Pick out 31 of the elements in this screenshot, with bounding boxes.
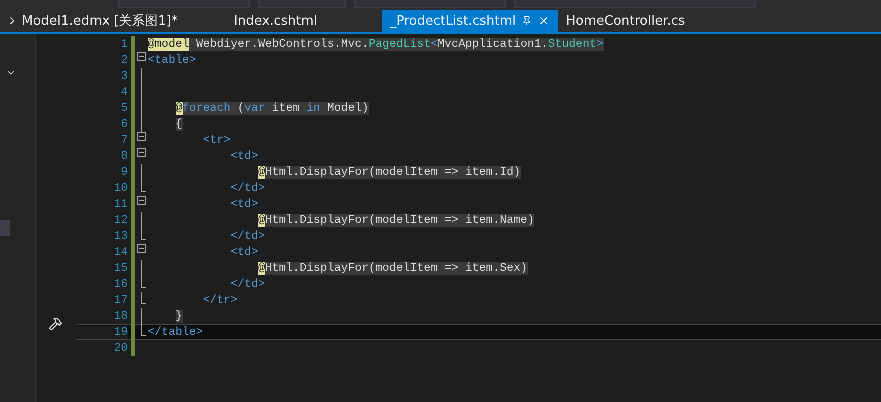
code-line: </td> xyxy=(230,278,266,290)
pin-icon[interactable] xyxy=(522,16,532,26)
collapse-icon[interactable] xyxy=(136,244,146,253)
collapse-icon[interactable] xyxy=(136,148,146,157)
fold-end xyxy=(140,276,146,288)
code-line: </td> xyxy=(230,230,266,242)
editor-tab[interactable]: HomeController.cs xyxy=(558,10,694,32)
code-line: <td> xyxy=(230,150,258,162)
code-line: </table> xyxy=(148,326,204,338)
code-line: </tr> xyxy=(202,294,238,306)
fold-end xyxy=(140,228,146,240)
fold-line xyxy=(140,212,142,228)
code-line: <tr> xyxy=(202,134,231,146)
code-line: </td> xyxy=(230,182,266,194)
editor-tab[interactable]: Model1.edmx [关系图1]* xyxy=(14,10,186,32)
collapse-icon[interactable] xyxy=(136,52,146,61)
code-line: <td> xyxy=(230,246,258,258)
hammer-icon[interactable] xyxy=(49,317,63,331)
fold-line xyxy=(140,164,142,180)
fold-line xyxy=(140,260,142,276)
code-line: <td> xyxy=(230,198,258,210)
editor-tab[interactable]: Index.cshtml xyxy=(226,10,342,32)
collapse-icon[interactable] xyxy=(136,196,146,205)
fold-end xyxy=(140,324,146,336)
editor-tab[interactable]: _ProdectList.cshtml xyxy=(382,10,558,32)
line-number: 19 xyxy=(76,326,128,338)
fold-end xyxy=(140,180,146,192)
fold-line xyxy=(140,308,142,324)
code-line: <table> xyxy=(148,54,196,66)
collapse-icon[interactable] xyxy=(136,132,146,141)
fold-end xyxy=(140,292,146,304)
